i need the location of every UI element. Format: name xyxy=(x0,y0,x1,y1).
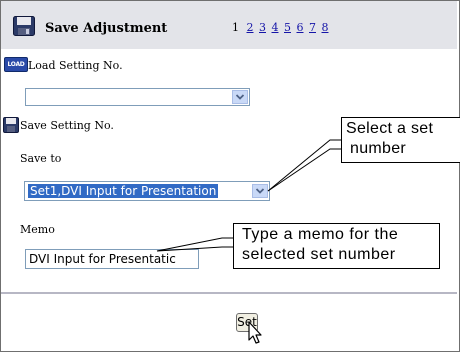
save-adjustment-panel xyxy=(0,0,460,352)
page-link-6[interactable]: 6 xyxy=(297,21,304,34)
floppy-disk-icon xyxy=(3,117,19,133)
page-title: Save Adjustment xyxy=(45,21,168,36)
current-page-number: 1 xyxy=(232,21,239,34)
page-link-4[interactable]: 4 xyxy=(272,21,279,34)
mouse-cursor-icon xyxy=(248,321,262,344)
chevron-down-icon[interactable] xyxy=(232,90,248,104)
chevron-down-icon[interactable] xyxy=(252,184,268,198)
save-to-label: Save to xyxy=(20,152,62,165)
page-link-3[interactable]: 3 xyxy=(259,21,266,34)
floppy-disk-icon xyxy=(13,16,35,36)
panel-header: Save Adjustment 1 2 3 4 5 6 7 8 xyxy=(1,1,457,49)
save-to-value: Set1,DVI Input for Presentation xyxy=(28,184,219,198)
load-setting-label: Load Setting No. xyxy=(28,59,123,72)
page-link-8[interactable]: 8 xyxy=(322,21,329,34)
save-setting-label: Save Setting No. xyxy=(20,119,114,132)
page-link-2[interactable]: 2 xyxy=(247,21,254,34)
page-link-7[interactable]: 7 xyxy=(309,21,316,34)
page-navigation: 1 2 3 4 5 6 7 8 xyxy=(232,21,331,34)
memo-input[interactable]: DVI Input for Presentatic xyxy=(25,249,199,269)
callout-line: number xyxy=(350,140,407,157)
memo-label: Memo xyxy=(20,223,55,236)
save-to-select[interactable]: Set1,DVI Input for Presentation xyxy=(24,181,270,201)
load-setting-select[interactable] xyxy=(25,88,250,106)
callout-select-set: Select a set number xyxy=(341,117,460,163)
callout-line: Type a memo for the xyxy=(242,226,399,243)
callout-line: selected set number xyxy=(242,246,396,263)
callout-line: Select a set xyxy=(346,120,434,137)
divider xyxy=(1,292,457,294)
callout-type-memo: Type a memo for the selected set number xyxy=(233,223,440,269)
page-link-5[interactable]: 5 xyxy=(284,21,291,34)
load-icon: LOAD xyxy=(4,57,28,72)
